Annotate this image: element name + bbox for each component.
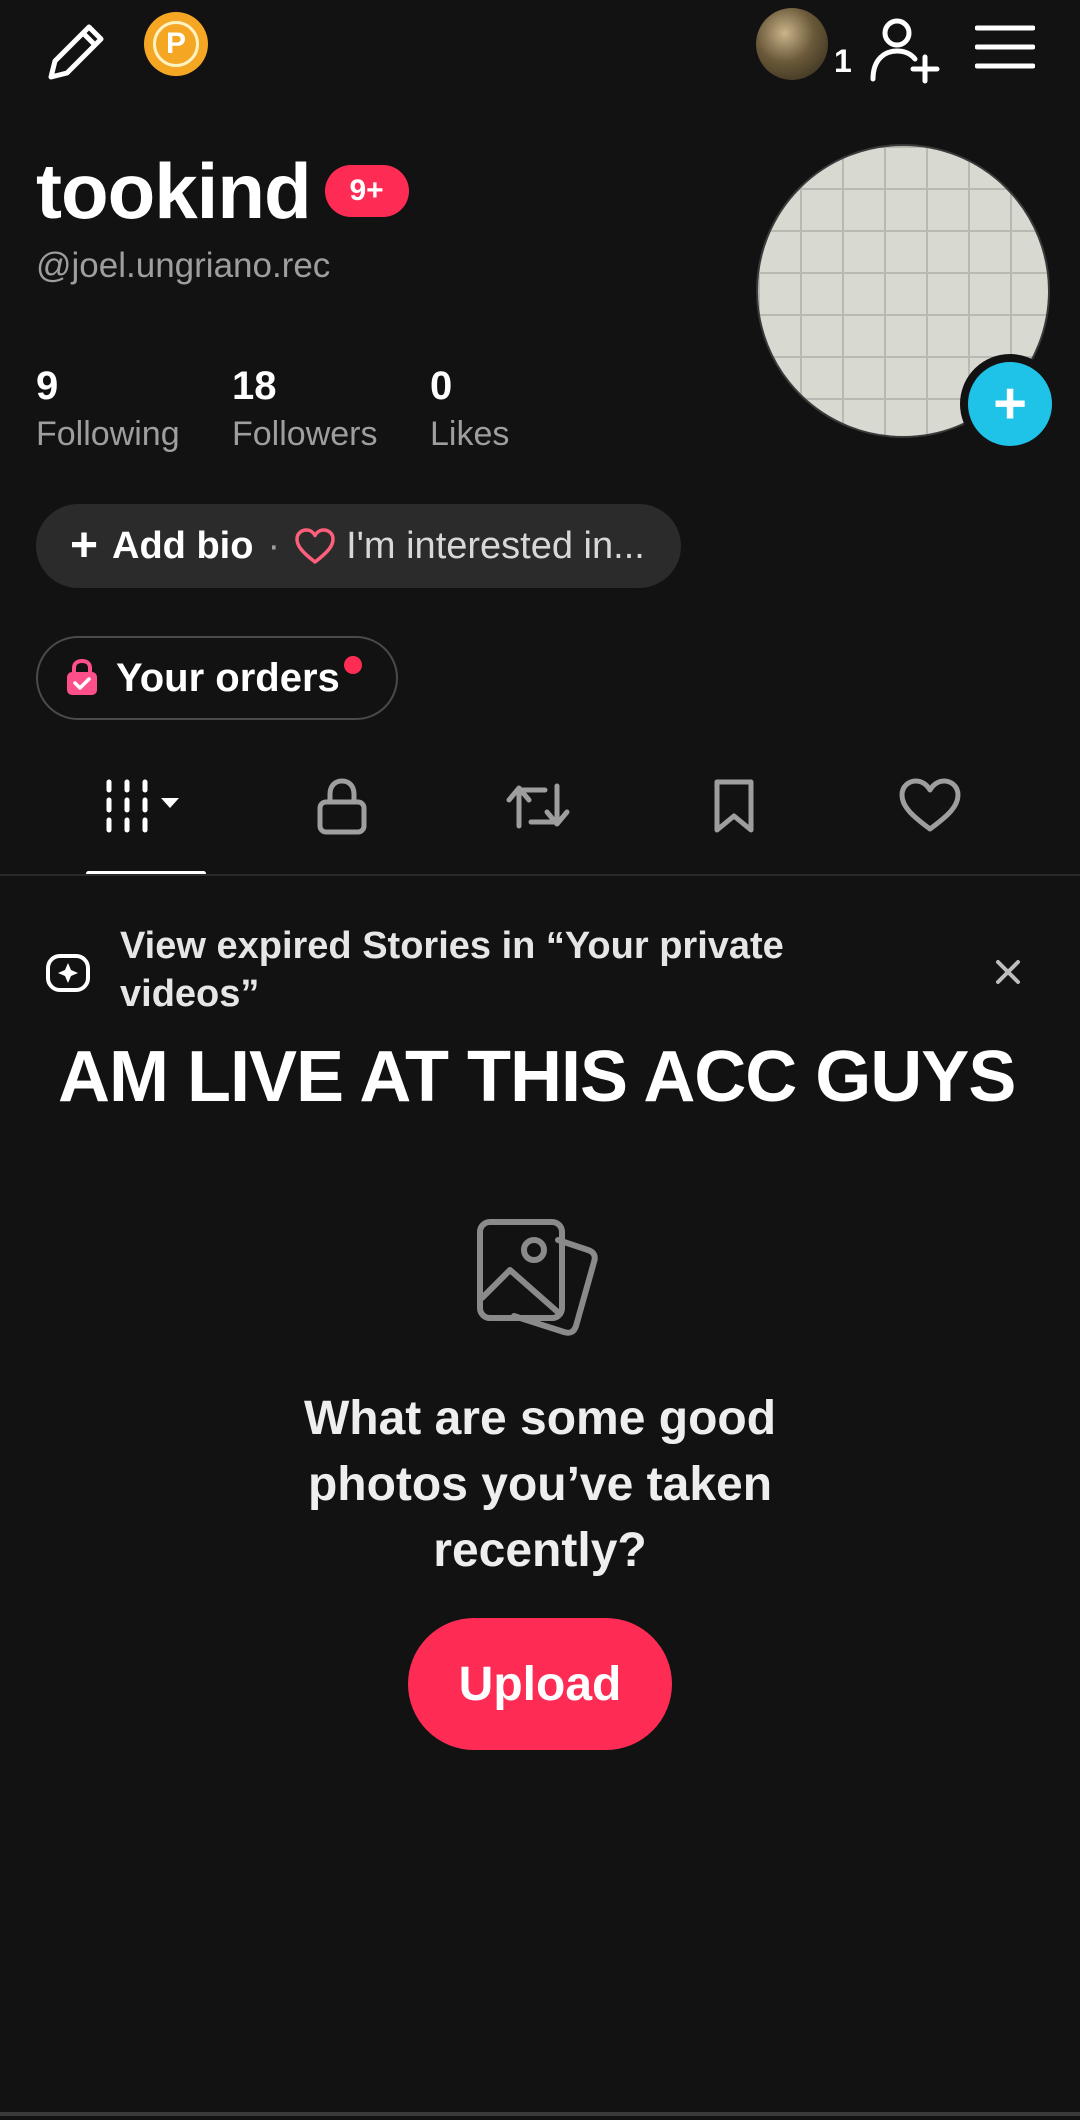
- empty-line-2: photos you’ve taken: [307, 1458, 773, 1511]
- add-bio-button[interactable]: Add bio: [112, 525, 253, 568]
- stat-followers[interactable]: 18 Followers: [232, 364, 377, 454]
- menu-icon: [975, 25, 1035, 69]
- points-label: P: [153, 21, 199, 67]
- stat-label: Following: [36, 415, 180, 453]
- orders-label: Your orders: [116, 655, 340, 700]
- stat-label: Likes: [430, 415, 510, 453]
- close-banner-button[interactable]: [984, 948, 1032, 996]
- grid-icon: [106, 779, 179, 833]
- banner-text-line1: View expired Stories in “Your private: [120, 925, 784, 967]
- menu-button[interactable]: [970, 12, 1040, 82]
- tabs-divider: [0, 874, 1080, 876]
- profile-name-row: tookind 9+: [36, 152, 409, 230]
- tab-reposts[interactable]: [440, 736, 636, 876]
- stat-value: 18: [232, 364, 277, 408]
- add-friend-button[interactable]: [862, 8, 948, 94]
- display-name: tookind: [36, 147, 312, 235]
- close-icon: [996, 960, 1020, 984]
- bio-separator: ·: [267, 524, 281, 567]
- stat-label: Followers: [232, 415, 378, 453]
- stat-value: 9: [36, 364, 59, 408]
- photos-icon: [477, 1219, 598, 1336]
- edit-profile-button[interactable]: [36, 12, 116, 92]
- expired-stories-banner[interactable]: View expired Stories in “Your private vi…: [44, 922, 784, 1018]
- mini-avatar-count: 1: [834, 43, 852, 79]
- stat-likes[interactable]: 0 Likes: [430, 364, 509, 454]
- shopping-bag-icon: [67, 658, 97, 695]
- photos-empty-icon: [470, 1214, 606, 1355]
- plus-icon: +: [70, 519, 99, 572]
- orders-notification-dot: [343, 656, 362, 674]
- tab-private[interactable]: [244, 736, 440, 876]
- heart-outline-icon: [295, 528, 335, 564]
- bio-pill[interactable]: + Add bio · I'm interested in...: [36, 504, 681, 588]
- repost-icon: [506, 783, 570, 829]
- tab-videos-grid[interactable]: [48, 736, 244, 876]
- tab-liked[interactable]: [832, 736, 1028, 876]
- tab-favorites[interactable]: [636, 736, 832, 876]
- add-friend-icon: [870, 18, 940, 84]
- add-story-button[interactable]: +: [960, 354, 1060, 454]
- bookmark-icon: [714, 779, 754, 833]
- empty-line-1: What are some good: [303, 1392, 777, 1445]
- empty-state-title: What are some good photos you’ve taken r…: [240, 1386, 840, 1584]
- story-sparkle-icon: [46, 954, 90, 992]
- bottom-nav-divider: [0, 2112, 1080, 2116]
- banner-text-block: View expired Stories in “Your private vi…: [120, 922, 784, 1018]
- stat-following[interactable]: 9 Following: [36, 364, 180, 454]
- notification-badge[interactable]: 9+: [324, 165, 409, 217]
- upload-button[interactable]: Upload: [408, 1618, 672, 1750]
- heart-icon: [899, 778, 961, 832]
- stat-value: 0: [430, 364, 453, 408]
- mini-avatar-button[interactable]: 1: [756, 8, 852, 80]
- plus-icon: +: [993, 371, 1027, 436]
- points-coin-icon[interactable]: P: [144, 12, 208, 76]
- interests-button[interactable]: I'm interested in...: [346, 525, 645, 568]
- edit-pencil-icon: [48, 24, 104, 80]
- your-orders-button[interactable]: Your orders: [36, 636, 398, 720]
- empty-line-3: recently?: [433, 1524, 647, 1577]
- profile-handle: @joel.ungriano.rec: [36, 246, 331, 285]
- lock-icon: [317, 778, 367, 835]
- overlay-caption: AM LIVE AT THIS ACC GUYS: [58, 1037, 1016, 1117]
- avatar: [756, 8, 828, 80]
- banner-text-line2: videos”: [120, 973, 260, 1015]
- content-tabs: [48, 736, 1028, 876]
